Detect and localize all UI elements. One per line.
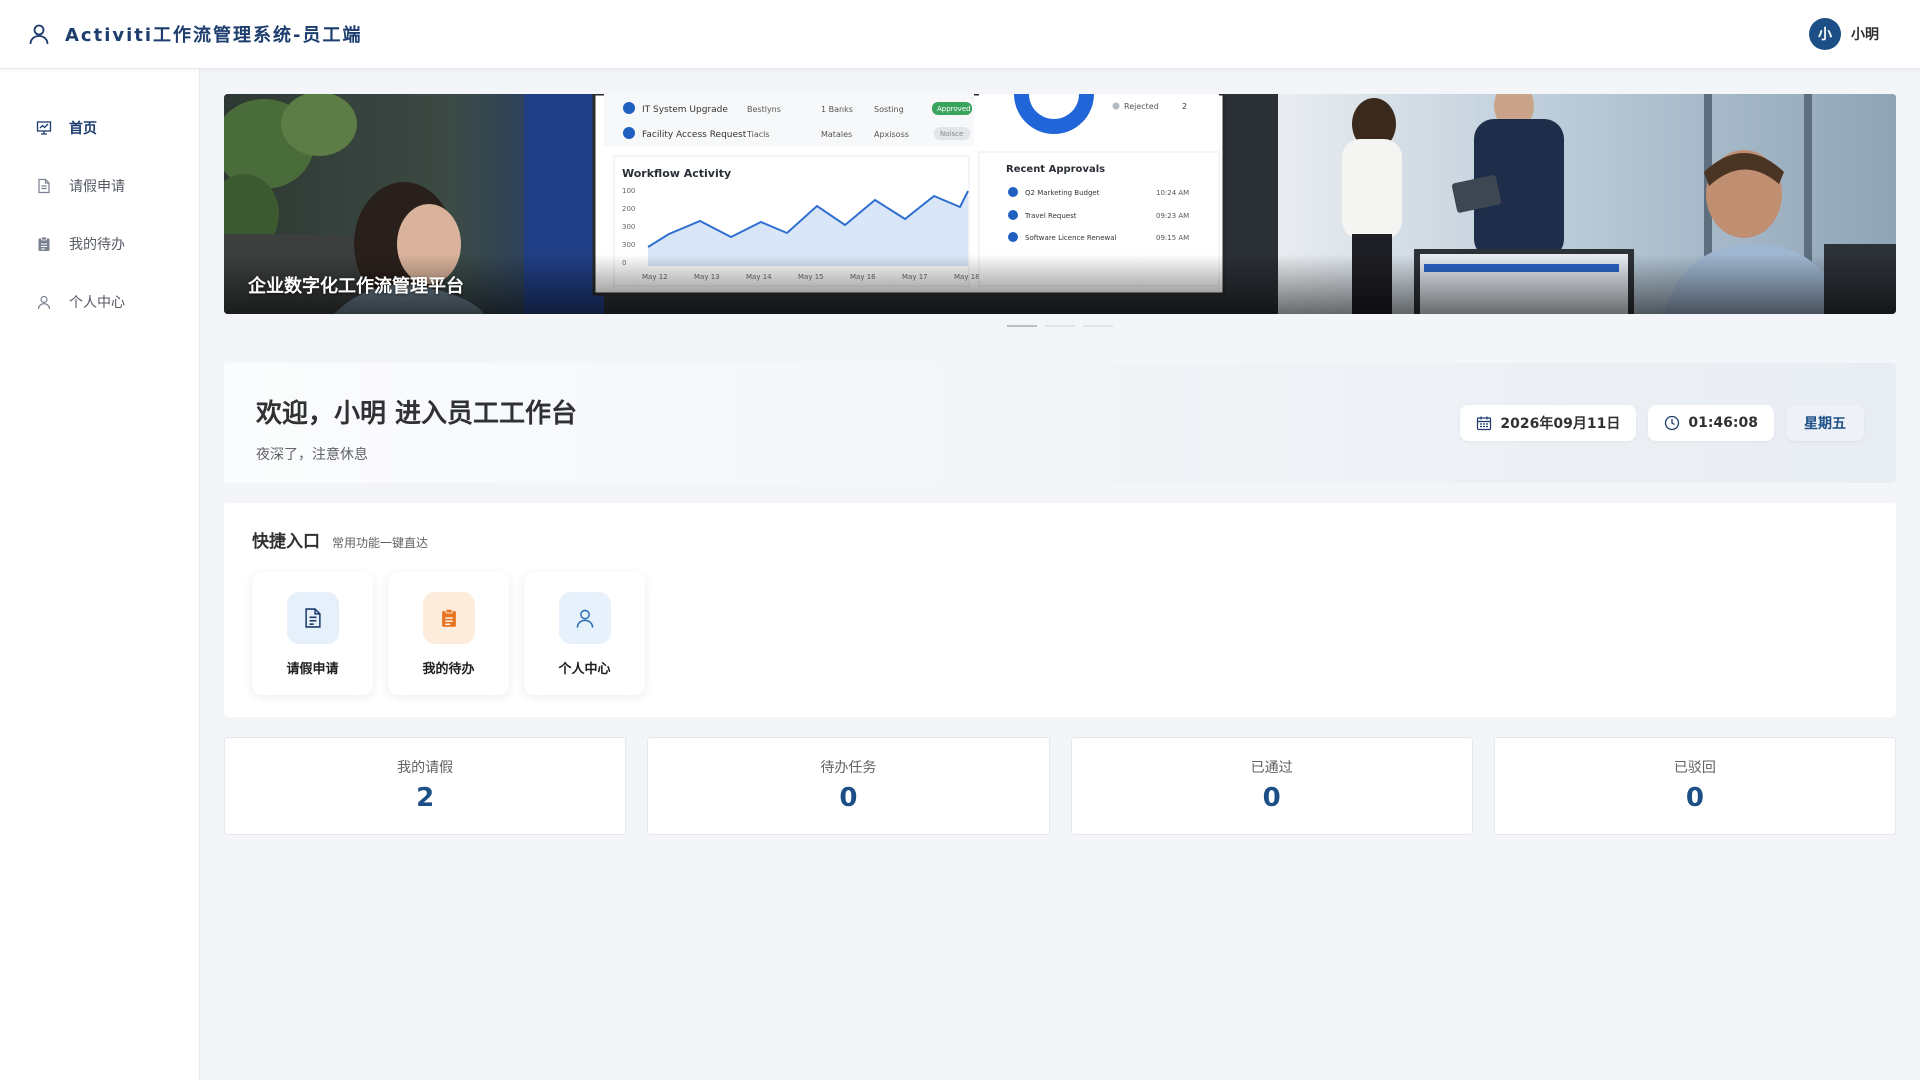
monitor-approval-3-name: Software Licence Renewal bbox=[1025, 234, 1117, 242]
banner-carousel[interactable]: IT System Upgrade Bestlyns 1 Banks Sosti… bbox=[224, 94, 1896, 314]
stat-label: 我的请假 bbox=[397, 760, 454, 776]
banner-caption-overlay bbox=[224, 254, 1896, 314]
sidebar-item-profile[interactable]: 个人中心 bbox=[0, 273, 199, 331]
welcome-subtitle: 夜深了，注意休息 bbox=[256, 447, 368, 463]
monitor-chart-y-tick: 200 bbox=[622, 205, 635, 213]
quick-entry-subtitle: 常用功能一键直达 bbox=[332, 536, 429, 550]
user-icon bbox=[35, 293, 53, 311]
monitor-row-1-col4: Sosting bbox=[874, 105, 904, 114]
stat-card-my-leave[interactable]: 我的请假 2 bbox=[224, 737, 627, 835]
clipboard-icon bbox=[422, 592, 475, 644]
stat-label: 已通过 bbox=[1250, 760, 1293, 776]
monitor-row-2-name: Facility Access Request bbox=[642, 130, 747, 140]
sidebar-item-leave-request[interactable]: 请假申请 bbox=[0, 157, 199, 215]
banner-caption: 企业数字化工作流管理平台 bbox=[248, 276, 464, 297]
calendar-icon bbox=[1476, 415, 1492, 431]
date-text: 2026年09月11日 bbox=[1500, 416, 1621, 432]
monitor-approval-1-time: 10:24 AM bbox=[1156, 189, 1189, 197]
app-title: Activiti工作流管理系统-员工端 bbox=[65, 25, 363, 46]
stat-value: 0 bbox=[1685, 783, 1704, 813]
quick-entry-cards: 请假申请 我的待办 个人中心 bbox=[252, 572, 1868, 695]
stat-card-rejected[interactable]: 已驳回 0 bbox=[1493, 737, 1896, 835]
carousel-dot[interactable] bbox=[1007, 325, 1037, 327]
monitor-row-1-col3: 1 Banks bbox=[821, 105, 853, 114]
sidebar-item-label: 请假申请 bbox=[69, 179, 125, 195]
quick-card-profile[interactable]: 个人中心 bbox=[524, 572, 645, 695]
sidebar-item-home[interactable]: 首页 bbox=[0, 99, 199, 157]
welcome-card: 欢迎，小明 进入员工工作台 夜深了，注意休息 2026年09月11日 01:46… bbox=[224, 363, 1896, 483]
date-pill: 2026年09月11日 bbox=[1460, 405, 1637, 441]
monitor-row-2-col3: Matales bbox=[821, 130, 852, 139]
carousel-indicators bbox=[224, 325, 1896, 329]
sidebar: 首页 请假申请 我的待办 个人中心 bbox=[0, 69, 200, 1080]
monitor-approval-2-time: 09:23 AM bbox=[1156, 212, 1189, 220]
document-icon bbox=[35, 177, 53, 195]
quick-card-my-todo[interactable]: 我的待办 bbox=[388, 572, 509, 695]
stat-card-pending-tasks[interactable]: 待办任务 0 bbox=[647, 737, 1050, 835]
monitor-approval-3-time: 09:15 AM bbox=[1156, 234, 1189, 242]
monitor-row-2-col2: Tiacls bbox=[746, 130, 770, 139]
monitor-chart-title: Workflow Activity bbox=[622, 167, 731, 180]
monitor-row-2-status: Noisce bbox=[940, 130, 963, 138]
clipboard-icon bbox=[35, 235, 53, 253]
stat-value: 0 bbox=[839, 783, 858, 813]
carousel-dot[interactable] bbox=[1045, 325, 1075, 327]
stat-card-approved[interactable]: 已通过 0 bbox=[1070, 737, 1473, 835]
stat-value: 2 bbox=[416, 783, 435, 813]
document-icon bbox=[286, 592, 339, 644]
sidebar-item-label: 首页 bbox=[69, 121, 97, 137]
monitor-row-1-col2: Bestlyns bbox=[747, 105, 781, 114]
monitor-rejected-label: Rejected bbox=[1124, 102, 1159, 111]
main-content: IT System Upgrade Bestlyns 1 Banks Sosti… bbox=[224, 94, 1896, 835]
monitor-rejected-count: 2 bbox=[1182, 102, 1187, 111]
quick-entry-title: 快捷入口 bbox=[252, 532, 320, 552]
clock-icon bbox=[1664, 415, 1680, 431]
stat-value: 0 bbox=[1262, 783, 1281, 813]
monitor-chart-y-tick: 300 bbox=[622, 241, 635, 249]
dashboard-icon bbox=[35, 119, 53, 137]
top-header: Activiti工作流管理系统-员工端 小 小明 bbox=[0, 0, 1920, 69]
carousel-dot[interactable] bbox=[1083, 325, 1113, 327]
monitor-chart-y-tick: 300 bbox=[622, 223, 635, 231]
monitor-row-1-status: Approved bbox=[937, 105, 971, 113]
stat-label: 待办任务 bbox=[820, 760, 877, 776]
quick-entry-header: 快捷入口 常用功能一键直达 bbox=[252, 527, 1868, 552]
stat-label: 已驳回 bbox=[1673, 760, 1716, 776]
quick-entry-panel: 快捷入口 常用功能一键直达 请假申请 我的待办 个人中心 bbox=[224, 503, 1896, 717]
sidebar-item-label: 个人中心 bbox=[69, 295, 125, 311]
quick-card-leave-request[interactable]: 请假申请 bbox=[252, 572, 373, 695]
sidebar-item-my-todo[interactable]: 我的待办 bbox=[0, 215, 199, 273]
quick-card-label: 个人中心 bbox=[558, 662, 611, 677]
quick-card-label: 请假申请 bbox=[286, 662, 339, 677]
user-name[interactable]: 小明 bbox=[1851, 24, 1879, 44]
user-menu[interactable]: 小 小明 bbox=[1809, 18, 1879, 50]
stats-row: 我的请假 2 待办任务 0 已通过 0 已驳回 0 bbox=[224, 737, 1896, 835]
monitor-row-2-col4: Apxisoss bbox=[874, 130, 909, 139]
monitor-approval-1-name: Q2 Marketing Budget bbox=[1025, 189, 1100, 197]
avatar[interactable]: 小 bbox=[1809, 18, 1841, 50]
user-icon bbox=[558, 592, 611, 644]
user-outline-icon bbox=[26, 21, 52, 47]
monitor-chart-y-tick: 100 bbox=[622, 187, 635, 195]
time-text: 01:46:08 bbox=[1688, 415, 1758, 431]
monitor-row-1-name: IT System Upgrade bbox=[642, 105, 728, 115]
monitor-approval-2-name: Travel Request bbox=[1024, 212, 1077, 220]
quick-card-label: 我的待办 bbox=[422, 662, 475, 677]
weekday-pill: 星期五 bbox=[1786, 405, 1864, 441]
datetime-info: 2026年09月11日 01:46:08 星期五 bbox=[1460, 405, 1864, 441]
monitor-approvals-title: Recent Approvals bbox=[1006, 164, 1105, 175]
time-pill: 01:46:08 bbox=[1648, 405, 1774, 441]
sidebar-item-label: 我的待办 bbox=[69, 237, 125, 253]
